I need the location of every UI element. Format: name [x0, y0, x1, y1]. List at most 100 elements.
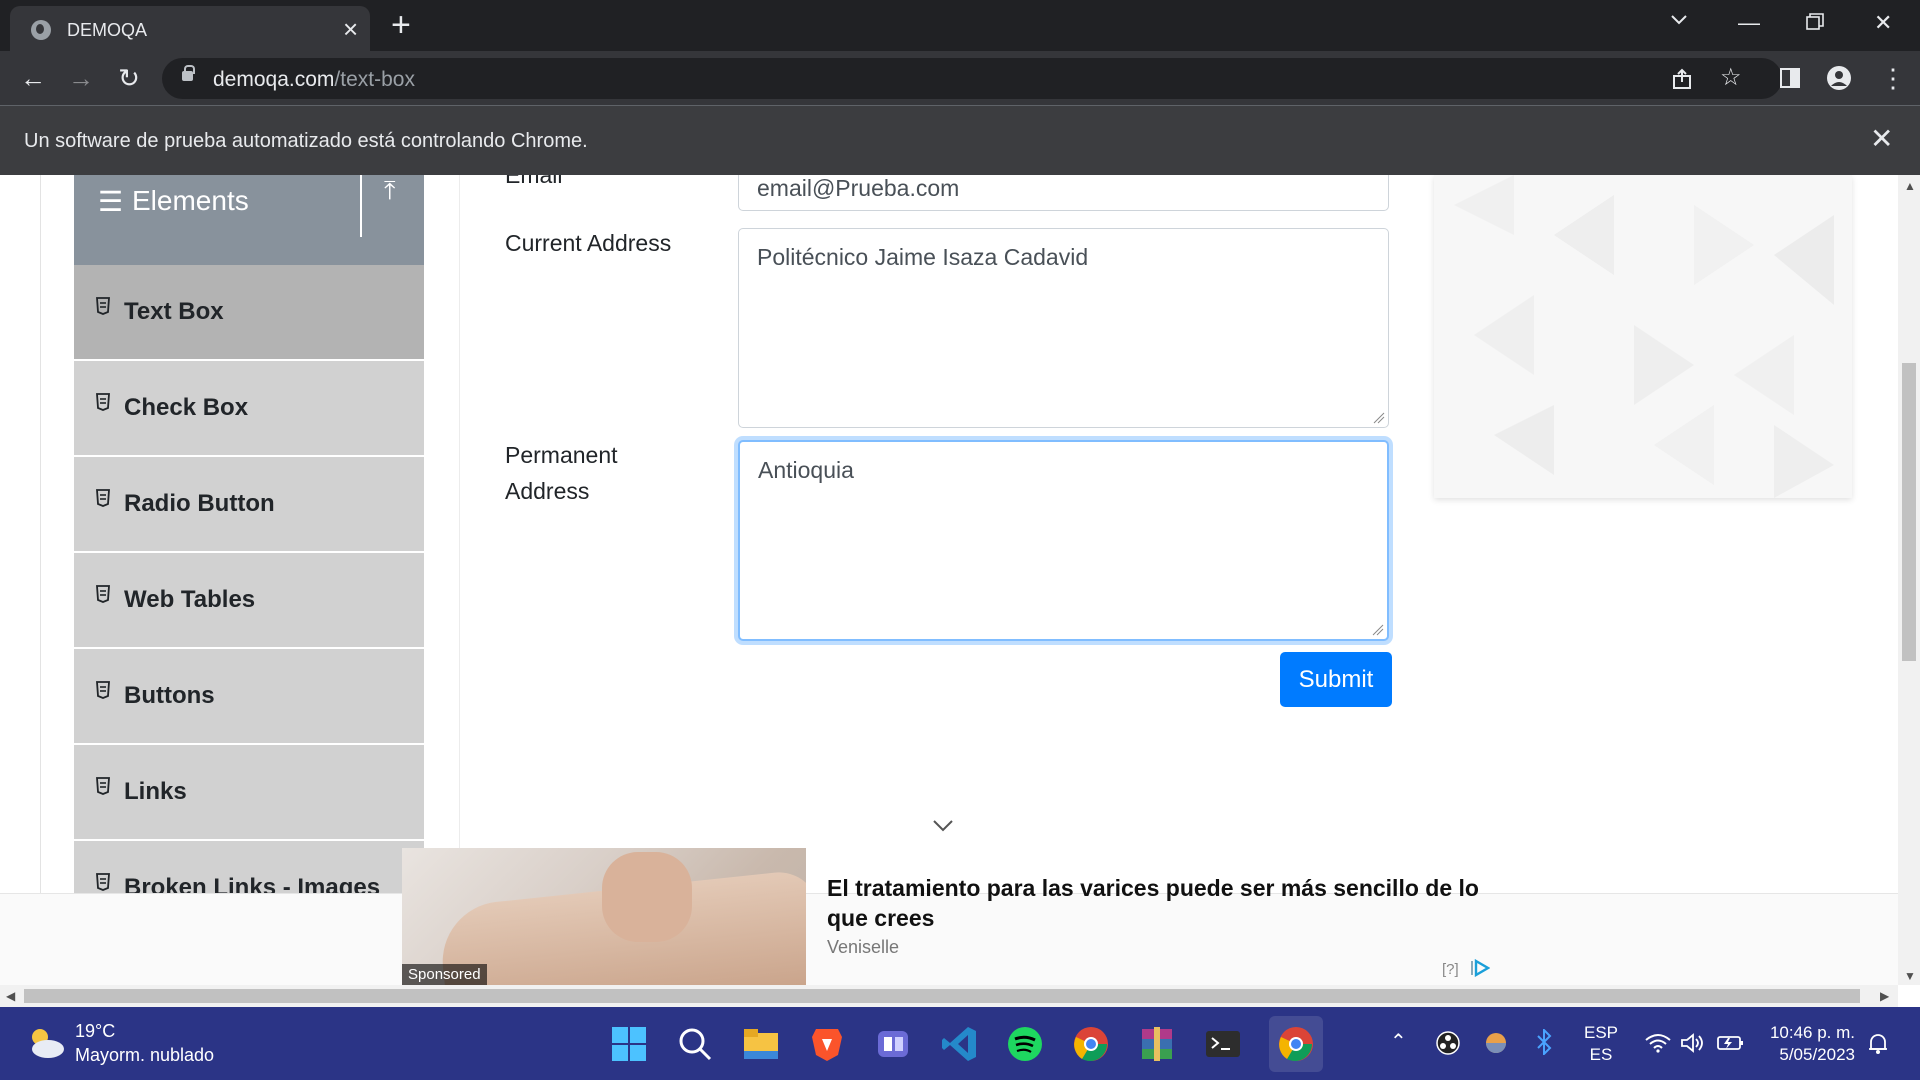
html5-icon [96, 393, 110, 411]
language-indicator[interactable]: ESP ES [1584, 1022, 1618, 1066]
minimize-icon[interactable]: — [1738, 6, 1760, 40]
bluetooth-icon[interactable] [1536, 1029, 1552, 1055]
back-icon[interactable]: ← [18, 63, 48, 93]
terminal-icon[interactable] [1204, 1025, 1242, 1063]
lock-icon [182, 65, 195, 81]
page-viewport: ☰ Elements ⤒ Text Box Check Box Radio Butt… [0, 175, 1898, 985]
html5-icon [96, 489, 110, 507]
sidebar-item-buttons[interactable]: Buttons [74, 649, 424, 745]
html5-icon [96, 681, 110, 699]
chrome-icon[interactable] [1072, 1025, 1110, 1063]
winrar-icon[interactable] [1138, 1025, 1176, 1063]
sidebar-item-label: Links [124, 778, 187, 805]
wifi-icon[interactable] [1645, 1033, 1671, 1053]
address-bar[interactable]: demoqa.com/text-box ☆ [162, 58, 1782, 99]
profile-icon[interactable] [1826, 65, 1852, 91]
html5-icon [96, 297, 110, 315]
tab-search-icon[interactable] [1669, 10, 1689, 30]
sidebar-item-radio-button[interactable]: Radio Button [74, 457, 424, 553]
brave-browser-icon[interactable] [808, 1025, 846, 1063]
scroll-up-icon[interactable]: ▲ [1904, 179, 1916, 193]
chevron-down-icon[interactable] [932, 819, 954, 833]
sidebar-item-label: Radio Button [124, 490, 275, 517]
scroll-left-icon[interactable]: ◀ [6, 989, 15, 1003]
current-address-label: Current Address [505, 230, 672, 256]
side-panel-icon[interactable] [1780, 68, 1800, 88]
vscode-icon[interactable] [940, 1025, 978, 1063]
scroll-down-icon[interactable]: ▼ [1904, 969, 1916, 983]
group-title: Elements [132, 185, 249, 216]
permanent-address-label-line2: Address [505, 478, 590, 504]
sidebar-item-label: Web Tables [124, 586, 256, 613]
permanent-address-value: Antioquia [758, 457, 854, 483]
permanent-address-textarea[interactable]: Antioquia [738, 440, 1389, 641]
ad-info-link[interactable]: [?] [1442, 961, 1459, 978]
cloudy-weather-icon[interactable] [26, 1025, 66, 1061]
vertical-scrollbar[interactable]: ▲ ▼ [1898, 175, 1920, 985]
sidebar-item-text-box[interactable]: Text Box [74, 265, 424, 361]
sidebar-item-web-tables[interactable]: Web Tables [74, 553, 424, 649]
windows-start-icon[interactable] [610, 1025, 648, 1063]
globe-icon [31, 20, 51, 40]
hamburger-icon: ☰ [98, 186, 124, 217]
close-window-icon[interactable]: ✕ [1874, 6, 1892, 40]
automation-infobar: Un software de prueba automatizado está … [0, 105, 1920, 175]
new-tab-icon[interactable]: + [391, 6, 411, 44]
menu-kebab-icon[interactable]: ⋮ [1880, 63, 1906, 93]
notifications-icon[interactable] [1866, 1031, 1890, 1055]
file-explorer-icon[interactable] [742, 1025, 780, 1063]
battery-charging-icon[interactable] [1716, 1033, 1744, 1053]
side-ad-panel[interactable] [1434, 175, 1852, 498]
weather-temperature[interactable]: 19°C [75, 1021, 115, 1042]
elements-group-header[interactable]: ☰ Elements ⤒ [74, 175, 424, 265]
bookmark-star-icon[interactable]: ☆ [1720, 63, 1742, 92]
spotify-icon[interactable] [1006, 1025, 1044, 1063]
tab-title: DEMOQA [67, 20, 148, 40]
tray-app-icon[interactable] [1484, 1031, 1508, 1055]
permanent-address-label-line1: Permanent [505, 442, 618, 468]
ad-source[interactable]: Veniselle [827, 937, 899, 958]
clock[interactable]: 10:46 p. m. 5/05/2023 [1765, 1022, 1855, 1066]
infobar-text: Un software de prueba automatizado está … [24, 130, 588, 152]
submit-button[interactable]: Submit [1280, 652, 1392, 707]
infobar-close-icon[interactable]: ✕ [1870, 124, 1893, 154]
horizontal-scroll-thumb[interactable] [24, 989, 1860, 1003]
adchoices-icon[interactable] [1470, 959, 1490, 977]
browser-toolbar: ← → ↻ demoqa.com/text-box ☆ ⋮ [0, 51, 1920, 105]
email-field[interactable]: email@Prueba.com [738, 175, 1389, 211]
app-icon[interactable] [874, 1025, 912, 1063]
sponsored-label: Sponsored [402, 964, 487, 985]
collapse-icon[interactable]: ⤒ [384, 175, 396, 207]
sidebar: ☰ Elements ⤒ Text Box Check Box Radio Butt… [74, 175, 424, 937]
sidebar-item-label: Buttons [124, 682, 215, 709]
email-label: Email [505, 175, 563, 188]
vertical-scroll-thumb[interactable] [1902, 363, 1916, 661]
scroll-right-icon[interactable]: ▶ [1880, 989, 1889, 1003]
ad-image[interactable]: Sponsored [402, 848, 806, 985]
weather-description[interactable]: Mayorm. nublado [75, 1045, 214, 1066]
close-tab-icon[interactable]: × [343, 14, 358, 44]
chrome-active-icon[interactable] [1277, 1025, 1315, 1063]
browser-tab[interactable]: DEMOQA × [10, 6, 370, 51]
sidebar-item-label: Check Box [124, 394, 249, 421]
obs-icon[interactable] [1436, 1031, 1460, 1055]
chevron-up-icon[interactable]: ⌃ [1390, 1029, 1407, 1054]
content-divider [459, 175, 460, 895]
resize-grip-icon[interactable] [1372, 624, 1384, 636]
volume-icon[interactable] [1680, 1032, 1704, 1054]
container-edge [40, 175, 41, 895]
sidebar-item-links[interactable]: Links [74, 745, 424, 841]
browser-tab-strip: DEMOQA × + — ✕ [0, 0, 1920, 51]
current-address-value: Politécnico Jaime Isaza Cadavid [757, 244, 1089, 270]
resize-grip-icon[interactable] [1373, 412, 1385, 424]
html5-icon [96, 873, 110, 891]
reload-icon[interactable]: ↻ [114, 63, 144, 93]
ad-headline[interactable]: El tratamiento para las varices puede se… [827, 873, 1497, 933]
current-address-textarea[interactable]: Politécnico Jaime Isaza Cadavid [738, 228, 1389, 428]
restore-icon[interactable] [1806, 13, 1824, 31]
sidebar-item-check-box[interactable]: Check Box [74, 361, 424, 457]
forward-icon[interactable]: → [66, 63, 96, 93]
share-icon[interactable] [1672, 68, 1694, 90]
search-icon[interactable] [676, 1025, 714, 1063]
horizontal-scrollbar[interactable]: ◀ ▶ [0, 985, 1898, 1007]
